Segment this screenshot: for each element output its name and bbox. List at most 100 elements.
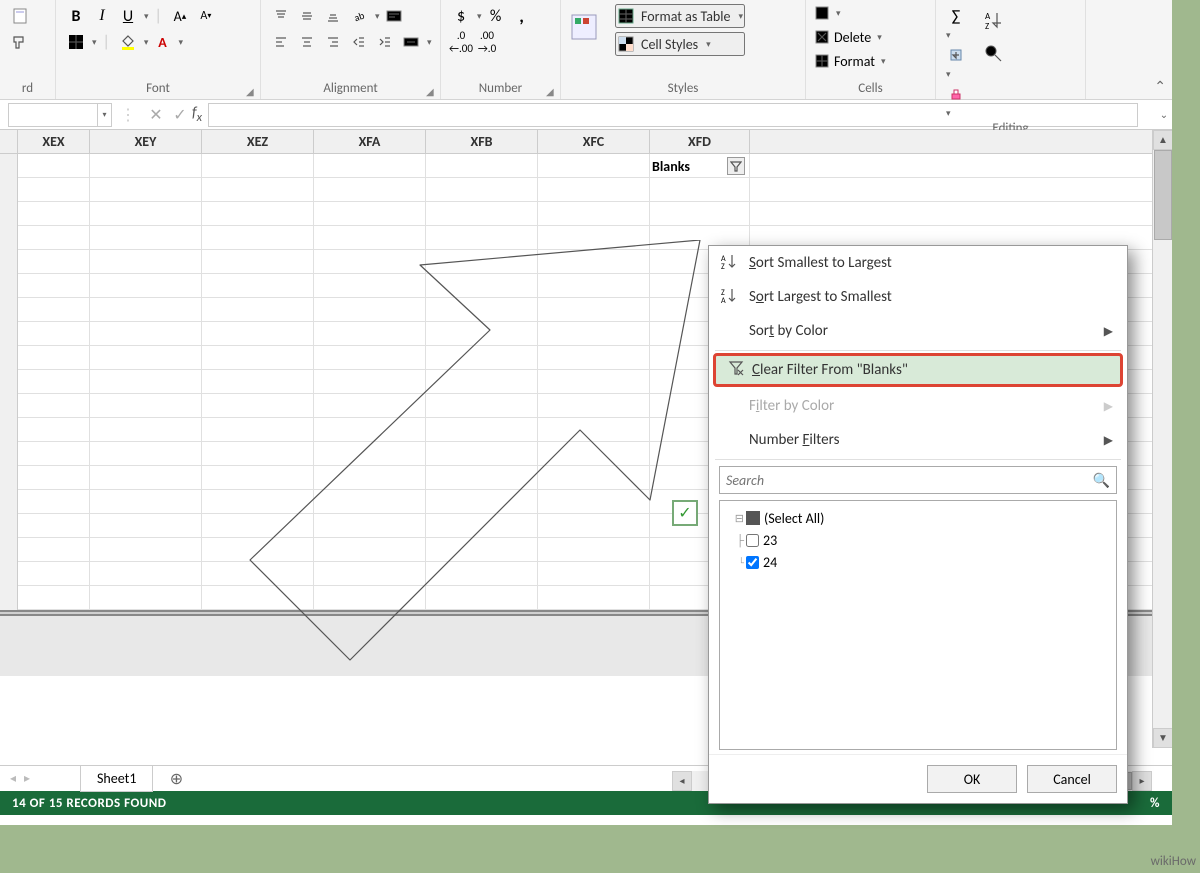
- underline-dropdown[interactable]: ▾: [144, 11, 149, 22]
- font-color-button[interactable]: A: [150, 30, 174, 54]
- font-color-dropdown[interactable]: ▾: [178, 37, 183, 48]
- scroll-down-button[interactable]: ▼: [1153, 728, 1172, 748]
- fill-color-button[interactable]: [116, 30, 140, 54]
- vertical-scrollbar[interactable]: ▲ ▼: [1152, 130, 1172, 748]
- sort-by-color-item[interactable]: Sort by Color▶: [709, 314, 1127, 348]
- column-header[interactable]: XEZ: [202, 130, 314, 153]
- column-header[interactable]: XFA: [314, 130, 426, 153]
- font-size-decrease-button[interactable]: A▾: [194, 4, 218, 28]
- enter-formula-icon[interactable]: ✓: [168, 105, 192, 125]
- row-header[interactable]: [0, 274, 18, 298]
- borders-dropdown[interactable]: ▾: [92, 37, 97, 48]
- scroll-up-button[interactable]: ▲: [1153, 130, 1172, 150]
- row-header[interactable]: [0, 538, 18, 562]
- format-as-table-button[interactable]: Format as Table▾: [615, 4, 745, 28]
- column-header[interactable]: XFB: [426, 130, 538, 153]
- row-header[interactable]: [0, 250, 18, 274]
- add-sheet-button[interactable]: ⊕: [163, 766, 189, 792]
- column-header[interactable]: XEX: [18, 130, 90, 153]
- row-header[interactable]: [0, 322, 18, 346]
- row-header[interactable]: [0, 202, 18, 226]
- column-header[interactable]: XFC: [538, 130, 650, 153]
- sheet-tab[interactable]: Sheet1: [80, 766, 153, 792]
- scroll-right-button[interactable]: ▸: [1132, 771, 1152, 791]
- underline-button[interactable]: U: [116, 4, 140, 28]
- align-center-button[interactable]: [295, 30, 319, 54]
- filter-search-input[interactable]: [726, 472, 1093, 489]
- column-header[interactable]: XFD: [650, 130, 750, 153]
- cancel-button[interactable]: Cancel: [1027, 765, 1117, 793]
- filter-value-checkbox[interactable]: [746, 556, 759, 569]
- sort-filter-button[interactable]: AZ: [982, 4, 1006, 36]
- number-filters-item[interactable]: Number Filters▶: [709, 423, 1127, 457]
- comma-format-button[interactable]: ,: [510, 4, 534, 28]
- row-header[interactable]: [0, 178, 18, 202]
- bold-button[interactable]: B: [64, 4, 88, 28]
- row-header[interactable]: [0, 346, 18, 370]
- borders-button[interactable]: [64, 30, 88, 54]
- row-header[interactable]: [0, 466, 18, 490]
- font-size-increase-button[interactable]: A▴: [168, 4, 192, 28]
- filter-values-tree[interactable]: ⊟ (Select All) ├ 23 └ 24: [719, 500, 1117, 750]
- fill-button[interactable]: [944, 43, 968, 67]
- scroll-thumb[interactable]: [1154, 150, 1172, 240]
- accounting-format-button[interactable]: $: [449, 4, 473, 28]
- row-header[interactable]: [0, 154, 18, 178]
- row-header[interactable]: [0, 514, 18, 538]
- tree-item[interactable]: └ 24: [726, 551, 1110, 573]
- tree-item-select-all[interactable]: ⊟ (Select All): [726, 507, 1110, 529]
- column-header[interactable]: XEY: [90, 130, 202, 153]
- row-header[interactable]: [0, 418, 18, 442]
- select-all-corner[interactable]: [0, 130, 18, 153]
- fx-icon[interactable]: fx: [192, 104, 202, 125]
- dialog-launcher-icon[interactable]: ◢: [246, 85, 258, 97]
- italic-button[interactable]: I: [90, 4, 114, 28]
- row-header[interactable]: [0, 298, 18, 322]
- sort-ascending-item[interactable]: AZ SSort Smallest to Largestort Smallest…: [709, 246, 1127, 280]
- cell-styles-button[interactable]: Cell Styles▾: [615, 32, 745, 56]
- scroll-left-button[interactable]: ◂: [672, 771, 692, 791]
- increase-decimal-button[interactable]: .0←.00: [449, 30, 473, 54]
- row-header[interactable]: [0, 562, 18, 586]
- delete-cells-button[interactable]: Delete▾: [814, 26, 882, 48]
- sort-descending-item[interactable]: ZA Sort Largest to Smallest: [709, 280, 1127, 314]
- ok-button[interactable]: OK: [927, 765, 1017, 793]
- find-select-button[interactable]: [982, 38, 1006, 70]
- align-left-button[interactable]: [269, 30, 293, 54]
- decrease-indent-button[interactable]: [347, 30, 371, 54]
- align-right-button[interactable]: [321, 30, 345, 54]
- percent-format-button[interactable]: %: [484, 4, 508, 28]
- wrap-text-button[interactable]: [382, 4, 406, 28]
- row-header[interactable]: [0, 586, 18, 610]
- blanks-header-cell[interactable]: Blanks: [650, 154, 750, 178]
- orientation-button[interactable]: ab: [347, 4, 371, 28]
- tree-item[interactable]: ├ 23: [726, 529, 1110, 551]
- align-top-button[interactable]: [269, 4, 293, 28]
- row-header[interactable]: [0, 394, 18, 418]
- dialog-launcher-icon[interactable]: ◢: [426, 85, 438, 97]
- conditional-formatting-button[interactable]: [569, 4, 599, 50]
- dialog-launcher-icon[interactable]: ◢: [546, 85, 558, 97]
- format-cells-button[interactable]: Format▾: [814, 50, 886, 72]
- format-painter-button[interactable]: [8, 30, 32, 54]
- sheet-nav[interactable]: ◂▸: [0, 771, 80, 786]
- filter-search-box[interactable]: 🔍: [719, 466, 1117, 494]
- increase-indent-button[interactable]: [373, 30, 397, 54]
- filter-value-checkbox[interactable]: [746, 534, 759, 547]
- align-middle-button[interactable]: [295, 4, 319, 28]
- collapse-ribbon-icon[interactable]: ⌃: [1154, 78, 1166, 95]
- merge-center-button[interactable]: [399, 30, 423, 54]
- row-header[interactable]: [0, 370, 18, 394]
- row-header[interactable]: [0, 442, 18, 466]
- insert-cells-button[interactable]: ▾: [814, 2, 841, 24]
- row-header[interactable]: [0, 490, 18, 514]
- clear-button[interactable]: [944, 82, 968, 106]
- autosum-button[interactable]: ∑: [944, 4, 968, 28]
- name-box-dropdown[interactable]: ▾: [98, 103, 112, 127]
- filter-dropdown-button[interactable]: [727, 157, 745, 175]
- name-box[interactable]: [8, 103, 98, 127]
- decrease-decimal-button[interactable]: .00→.0: [475, 30, 499, 54]
- fill-color-dropdown[interactable]: ▾: [144, 37, 149, 48]
- paste-button[interactable]: [8, 4, 32, 28]
- expand-formula-bar-icon[interactable]: ⌄: [1156, 108, 1172, 121]
